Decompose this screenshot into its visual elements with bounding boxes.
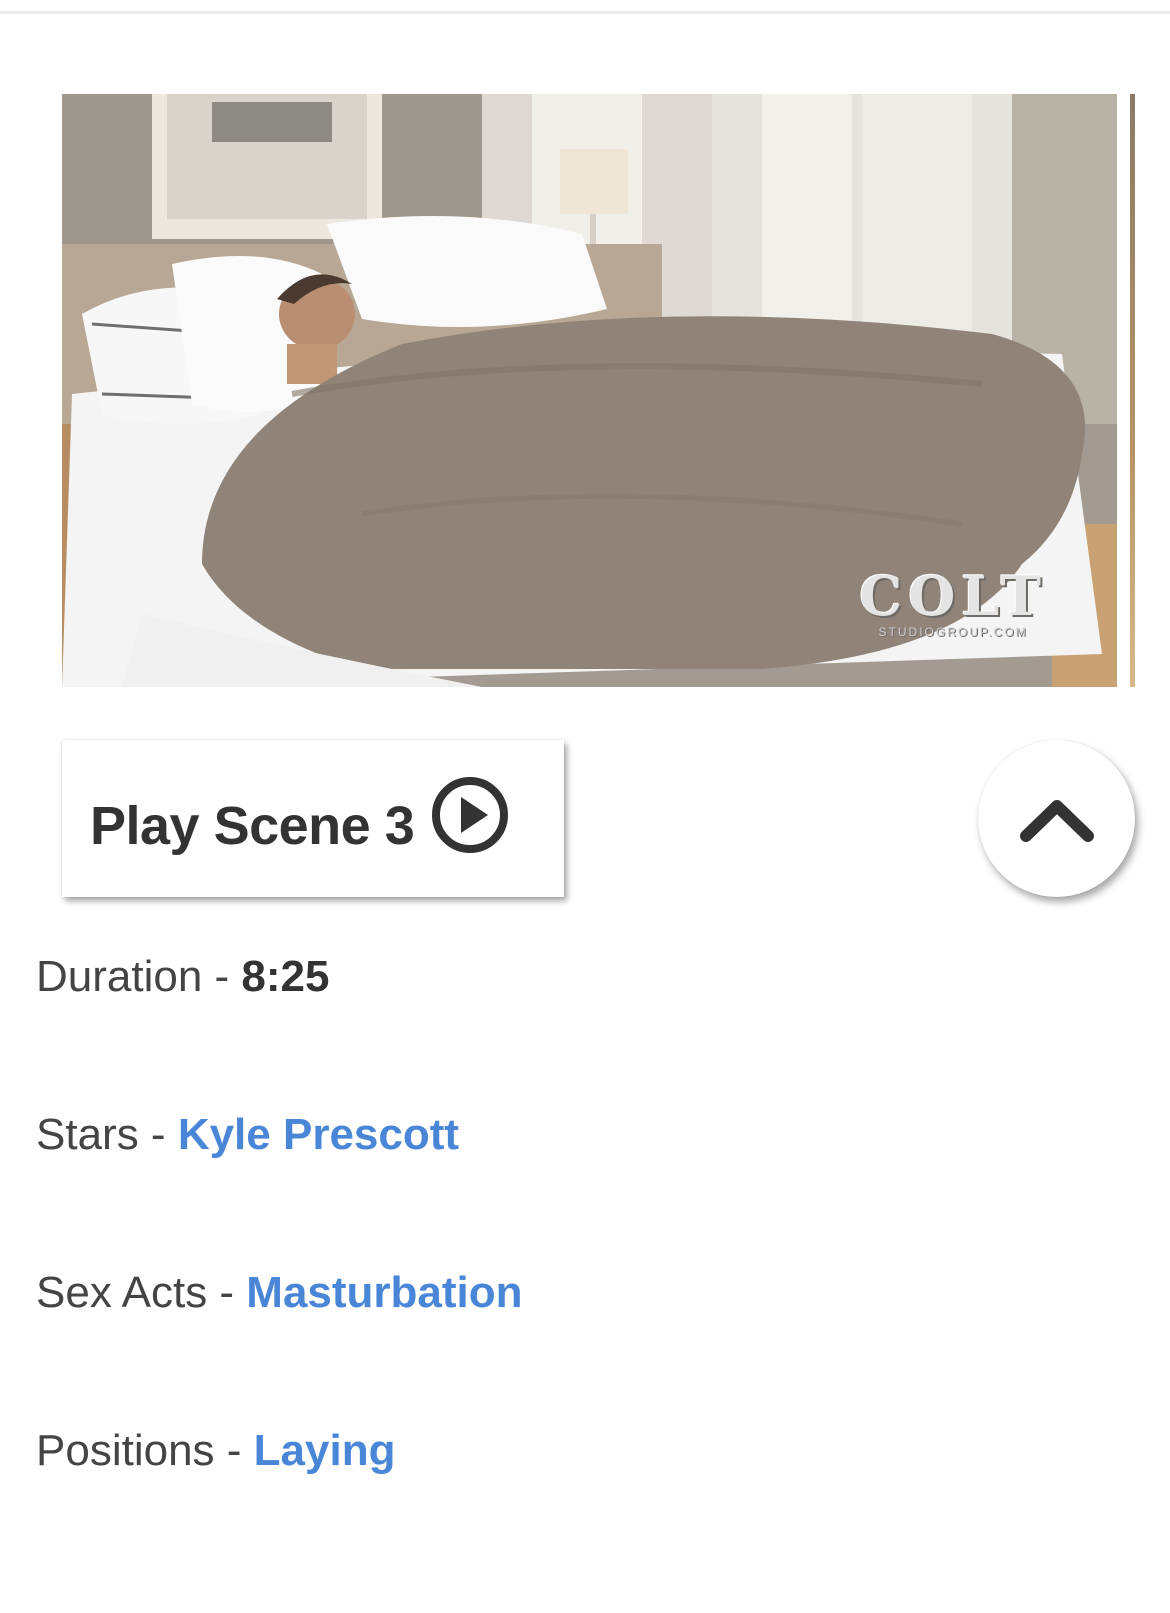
positions-label: Positions <box>36 1426 215 1475</box>
duration-row: Duration - 8:25 <box>36 952 330 1002</box>
play-scene-label: Play Scene 3 <box>90 795 415 856</box>
position-link[interactable]: Laying <box>254 1426 396 1475</box>
scene-thumbnail[interactable]: COLT STUDIOGROUP.COM <box>62 94 1117 687</box>
star-link-kyle-prescott[interactable]: Kyle Prescott <box>178 1110 459 1159</box>
sex-acts-label: Sex Acts <box>36 1268 208 1317</box>
scroll-to-top-button[interactable] <box>978 740 1135 897</box>
header-divider <box>0 11 1170 14</box>
stars-label: Stars <box>36 1110 139 1159</box>
sex-act-link[interactable]: Masturbation <box>246 1268 522 1317</box>
separator: - <box>214 1426 254 1475</box>
play-circle-icon <box>432 776 509 853</box>
duration-value: 8:25 <box>241 952 330 1001</box>
bedroom-scene-illustration <box>62 94 1117 687</box>
sex-acts-row: Sex Acts - Masturbation <box>36 1268 523 1318</box>
separator: - <box>202 952 242 1001</box>
stars-row: Stars - Kyle Prescott <box>36 1110 459 1160</box>
scene-page: COLT STUDIOGROUP.COM Play Scene 3 Durati… <box>0 0 1170 1613</box>
chevron-up-icon <box>1019 799 1094 842</box>
positions-row: Positions - Laying <box>36 1426 395 1476</box>
next-scene-thumbnail-edge[interactable] <box>1130 94 1135 687</box>
separator: - <box>138 1110 178 1159</box>
play-scene-button[interactable]: Play Scene 3 <box>62 740 564 897</box>
duration-label: Duration <box>36 952 203 1001</box>
separator: - <box>207 1268 247 1317</box>
